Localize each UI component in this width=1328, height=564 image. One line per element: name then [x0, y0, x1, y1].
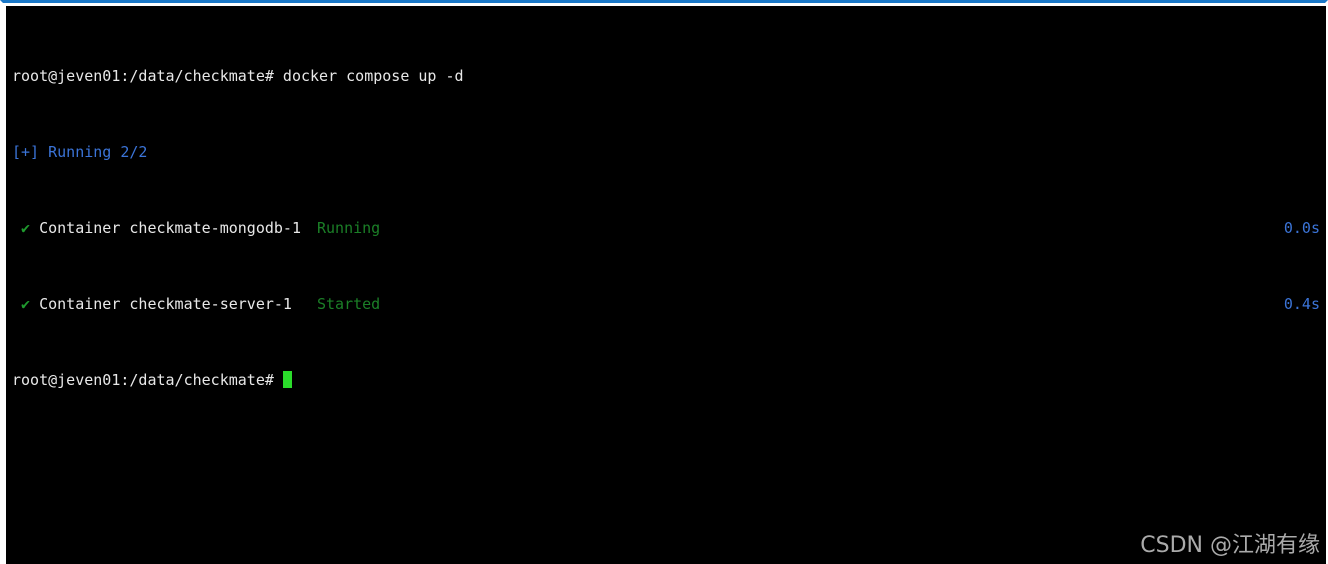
- terminal-screen[interactable]: root@jeven01:/data/checkmate# docker com…: [6, 6, 1326, 564]
- compose-progress-line: [+] Running 2/2: [12, 143, 1320, 162]
- check-icon: ✔: [21, 219, 31, 237]
- container-status: Started: [317, 295, 381, 313]
- container-label: Container checkmate-server-1: [39, 295, 292, 313]
- terminal-output: root@jeven01:/data/checkmate# docker com…: [12, 10, 1320, 447]
- command-input[interactable]: [274, 371, 283, 389]
- active-prompt-line[interactable]: root@jeven01:/data/checkmate#: [12, 371, 1320, 390]
- command-text: docker compose up -d: [273, 67, 464, 85]
- shell-prompt: root@jeven01:/data/checkmate#: [12, 371, 274, 389]
- elapsed-time: 0.4s: [1283, 295, 1320, 313]
- watermark: CSDN @江湖有缘: [1140, 533, 1320, 558]
- elapsed-time: 0.0s: [1283, 219, 1320, 237]
- command-line: root@jeven01:/data/checkmate# docker com…: [12, 67, 1320, 86]
- progress-text: [+] Running 2/2: [12, 143, 148, 161]
- container-status-line: ✔ Container checkmate-server-1 Started 0.4…: [12, 295, 1320, 314]
- check-icon: ✔: [21, 295, 31, 313]
- terminal-window: root@jeven01:/data/checkmate# docker com…: [0, 0, 1328, 564]
- shell-prompt: root@jeven01:/data/checkmate#: [12, 67, 274, 85]
- container-label: Container checkmate-mongodb-1: [39, 219, 301, 237]
- cursor-block: [282, 371, 292, 388]
- container-status-line: ✔ Container checkmate-mongodb-1 Running 0.…: [12, 219, 1320, 238]
- container-status: Running: [317, 219, 381, 237]
